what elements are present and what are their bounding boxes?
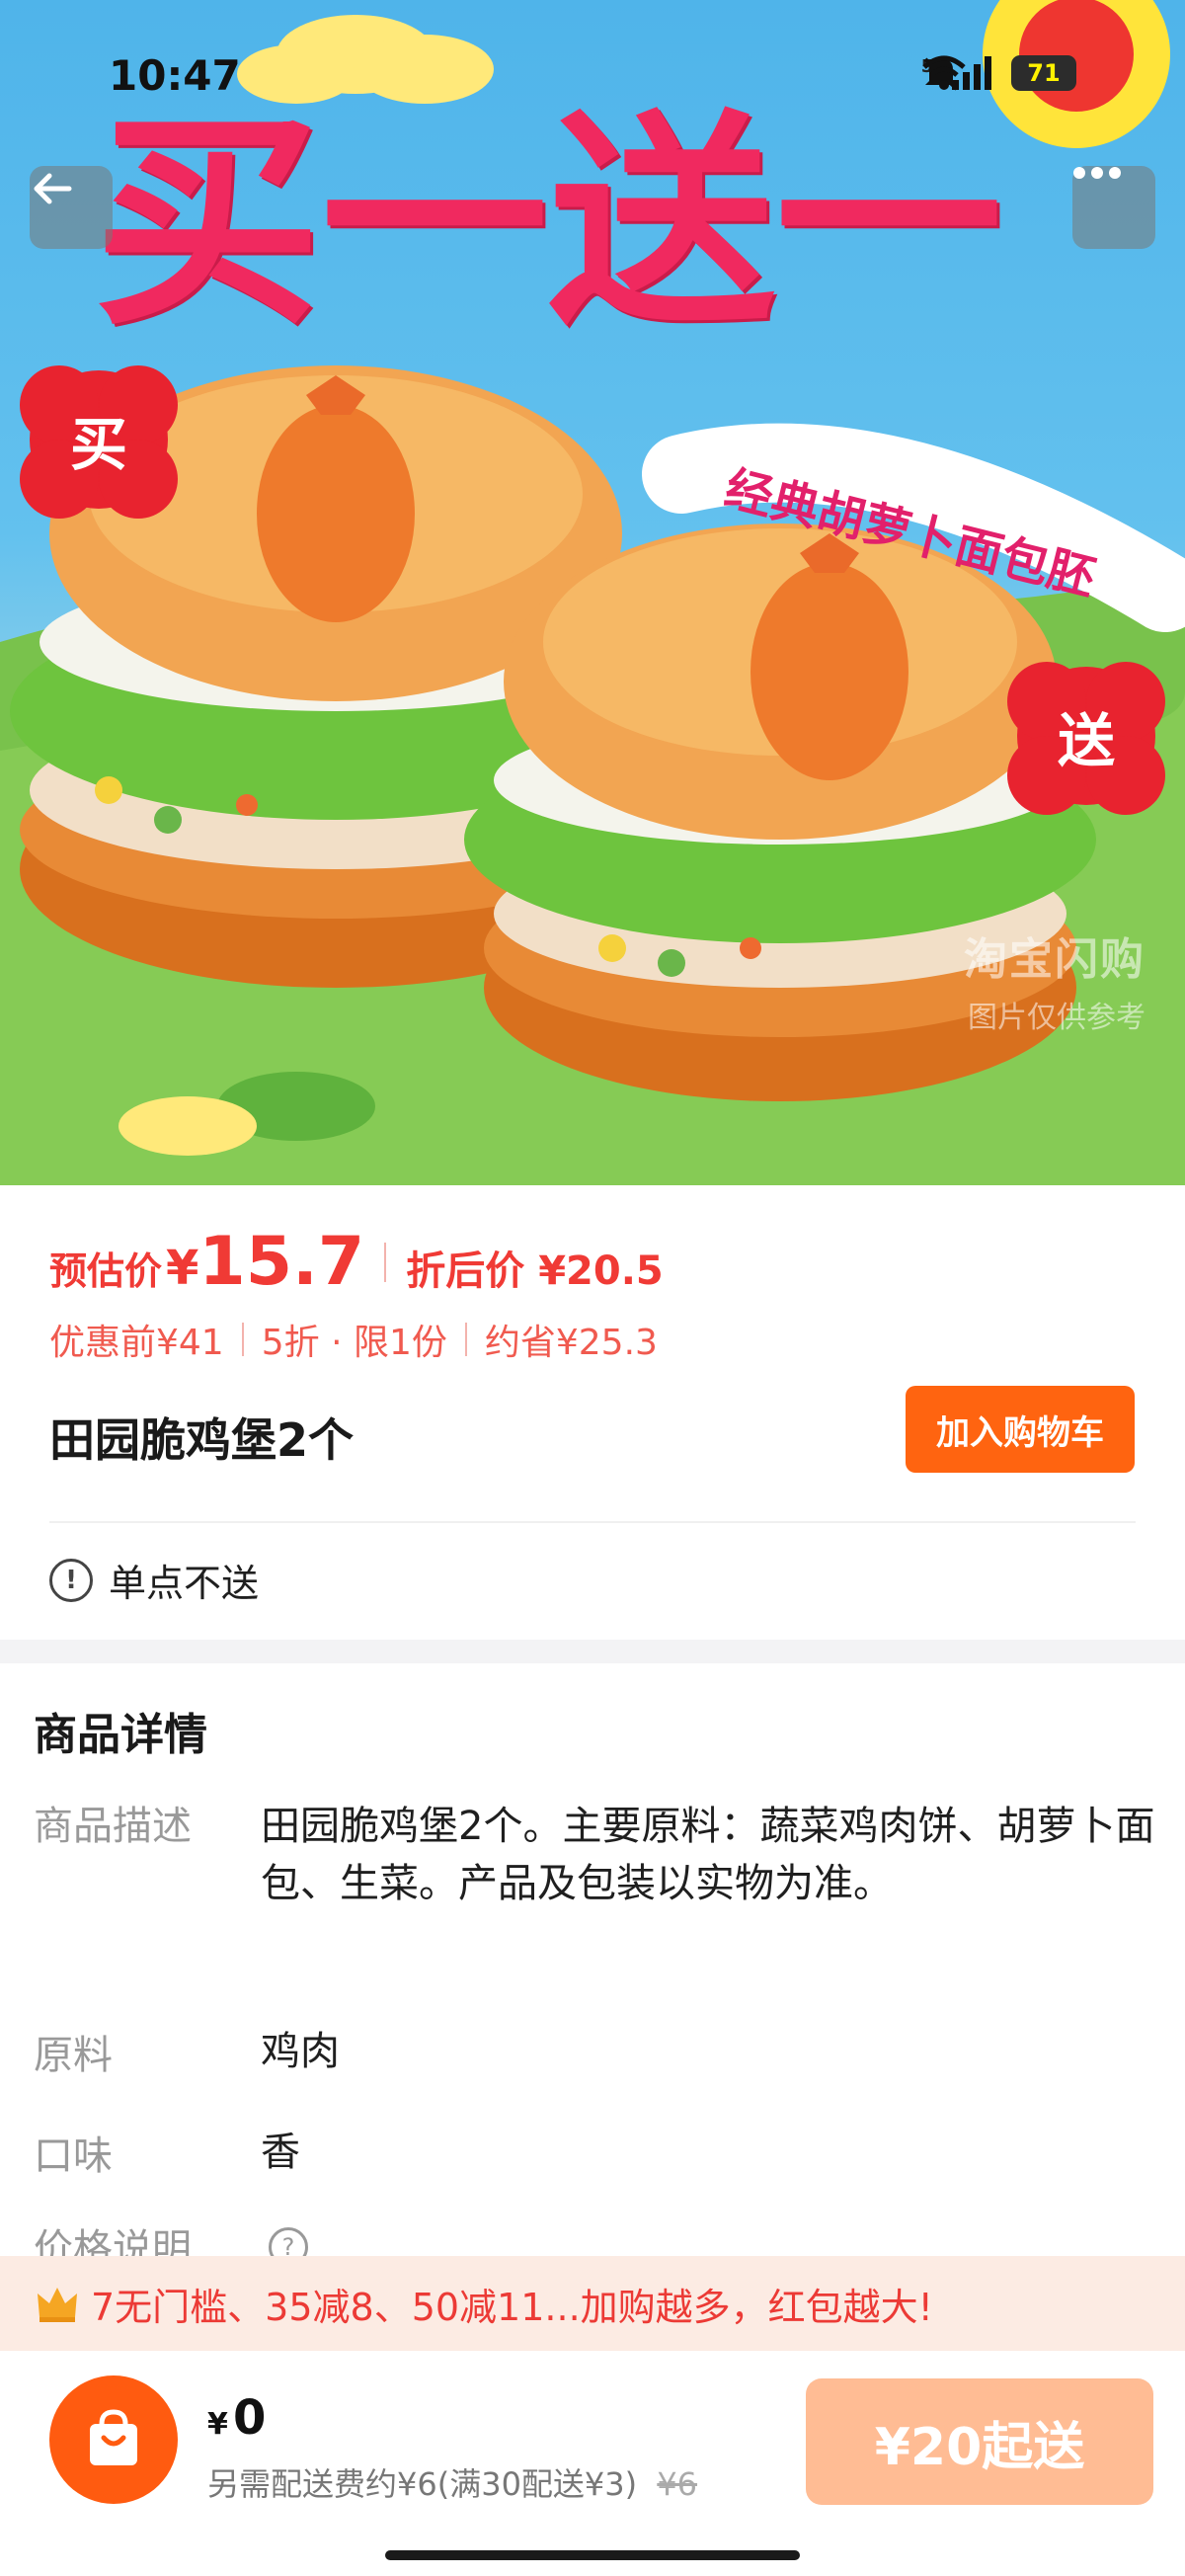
status-icons: 5G 71 [921, 55, 1076, 91]
estimate-label: 预估价 [49, 1249, 163, 1293]
product-details: 商品详情 商品描述 田园脆鸡堡2个。主要原料：蔬菜鸡肉饼、胡萝卜面包、生菜。产品… [0, 1663, 1185, 2256]
price-row: 预估价 ¥ 15.7 折后价 ¥20.5 [49, 1223, 664, 1301]
price-separator [384, 1242, 387, 1282]
price-card: 预估价 ¥ 15.7 折后价 ¥20.5 优惠前¥41 5折 · 限1份 约省¥… [0, 1185, 1185, 1640]
cart-button[interactable] [49, 2375, 178, 2504]
back-button[interactable] [30, 166, 113, 249]
detail-key: 口味 [34, 2133, 113, 2179]
watermark-note: 图片仅供参考 [968, 1001, 1146, 1035]
detail-value: 田园脆鸡堡2个。主要原料：蔬菜鸡肉饼、胡萝卜面包、生菜。产品及包装以实物为准。 [261, 1804, 1155, 1906]
total-yen: ¥ [207, 2407, 228, 2442]
notice-row: ! 单点不送 [49, 1553, 259, 1607]
delivery-fee-original: ¥6 [657, 2465, 698, 2503]
total-amount: 0 [232, 2390, 267, 2446]
section-gap [0, 1640, 1185, 1663]
separator [241, 1323, 244, 1356]
badge-buy: 买 [35, 375, 163, 504]
detail-value: 香 [261, 2130, 300, 2175]
arrow-left-icon [34, 173, 72, 204]
divider [49, 1521, 1136, 1523]
estimate-yen: ¥ [166, 1241, 199, 1296]
status-bar: 10:47 5G 71 [0, 0, 1185, 148]
product-hero-image: 买一送一 买 送 经典胡萝卜面包胚 淘宝闪购 图片仅供参考 10:47 5G [0, 0, 1185, 1185]
bottom-bar: ¥ 0 另需配送费约¥6(满30配送¥3) ¥6 ¥20起送 [0, 2351, 1185, 2576]
promo-text: 7无门槛、35减8、50减11...加购越多，红包越大! [91, 2285, 933, 2329]
product-title: 田园脆鸡堡2个 [49, 1413, 355, 1467]
min-order-button[interactable]: ¥20起送 [806, 2378, 1153, 2505]
detail-key: 价格说明 [34, 2226, 192, 2256]
detail-key: 商品描述 [34, 1804, 192, 1849]
more-button[interactable] [1072, 166, 1155, 249]
wifi-icon [922, 55, 966, 90]
detail-row-price-note[interactable]: 价格说明 ? [34, 2216, 1169, 2256]
original-price: 优惠前¥41 [49, 1323, 224, 1363]
add-to-cart-button[interactable]: 加入购物车 [906, 1386, 1135, 1473]
discount-label: 折后价 [406, 1248, 525, 1294]
estimate-price: 15.7 [198, 1223, 365, 1301]
question-icon[interactable]: ? [269, 2227, 308, 2256]
badge-buy-text: 买 [69, 411, 127, 478]
detail-value: ? [261, 2216, 1169, 2256]
detail-value: 鸡肉 [261, 2029, 340, 2074]
delivery-fee-text: 另需配送费约¥6(满30配送¥3) [207, 2465, 638, 2503]
details-heading: 商品详情 [34, 1710, 207, 1760]
badge-gift-text: 送 [1057, 707, 1115, 774]
detail-row-ingredient: 原料 鸡肉 [34, 2023, 1169, 2080]
discount-rate: 5折 · 限1份 [261, 1323, 447, 1363]
detail-row-flavor: 口味 香 [34, 2124, 1169, 2181]
promo-banner[interactable]: 7无门槛、35减8、50减11...加购越多，红包越大! [0, 2256, 1185, 2351]
shopping-bag-icon [90, 2409, 137, 2465]
status-time: 10:47 [109, 51, 241, 100]
watermark-brand: 淘宝闪购 [964, 934, 1146, 985]
discount-detail-row: 优惠前¥41 5折 · 限1份 约省¥25.3 [49, 1314, 658, 1365]
crown-icon [38, 2288, 77, 2322]
info-icon: ! [49, 1558, 93, 1602]
image-watermark: 淘宝闪购 图片仅供参考 [964, 924, 1146, 1036]
cart-total: ¥ 0 [207, 2390, 266, 2446]
discount-price: ¥20.5 [538, 1248, 664, 1294]
battery-level: 71 [1027, 59, 1061, 87]
notice-text: 单点不送 [109, 1562, 260, 1605]
detail-key: 原料 [34, 2033, 113, 2078]
delivery-fee: 另需配送费约¥6(满30配送¥3) ¥6 [207, 2459, 697, 2505]
saved-amount: 约省¥25.3 [484, 1323, 658, 1363]
more-dots-icon [1073, 167, 1121, 179]
battery-icon: 71 [1011, 55, 1076, 91]
separator [464, 1323, 467, 1356]
detail-row-description: 商品描述 田园脆鸡堡2个。主要原料：蔬菜鸡肉饼、胡萝卜面包、生菜。产品及包装以实… [34, 1798, 1169, 1912]
page: 买一送一 买 送 经典胡萝卜面包胚 淘宝闪购 图片仅供参考 10:47 5G [0, 0, 1185, 2576]
home-indicator[interactable] [385, 2550, 800, 2560]
badge-gift: 送 [1022, 672, 1150, 800]
